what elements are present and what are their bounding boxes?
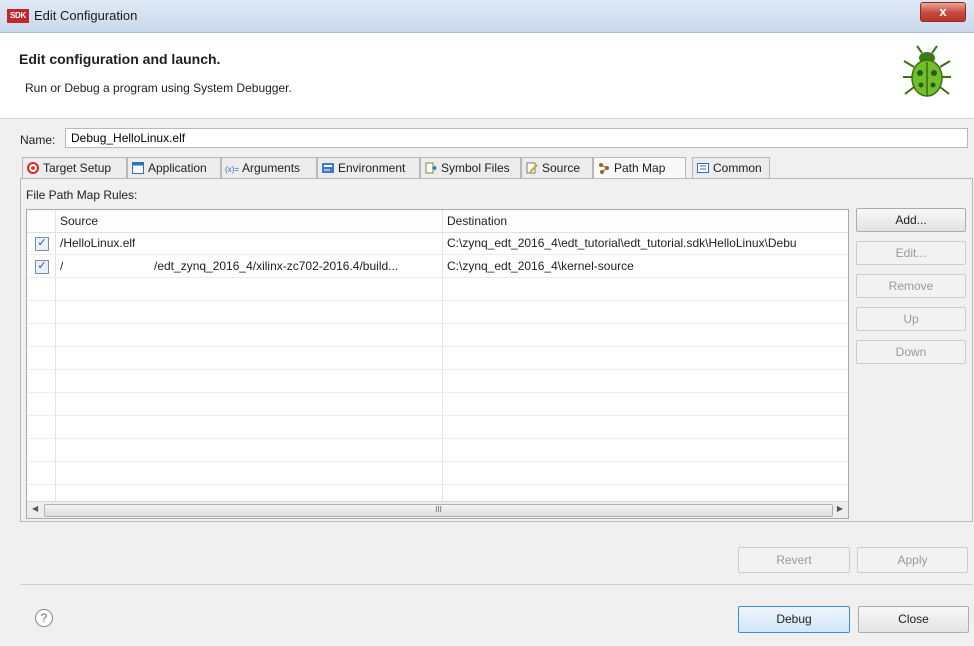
help-icon[interactable]: ? [35, 609, 53, 627]
dialog-header: Edit configuration and launch. Run or De… [0, 33, 974, 119]
tab-label: Path Map [614, 161, 666, 175]
debug-button[interactable]: Debug [738, 606, 850, 633]
window-icon [132, 162, 144, 174]
scroll-thumb[interactable]: III [44, 504, 833, 517]
add-button[interactable]: Add... [856, 208, 966, 232]
sdk-logo-icon: SDK [7, 9, 29, 23]
scroll-right-icon[interactable]: ▶ [837, 504, 843, 513]
window-title-bar: SDK Edit Configuration x [0, 0, 974, 33]
row-divider [27, 300, 848, 301]
footer-divider [20, 584, 973, 585]
tab-common[interactable]: Common [692, 157, 770, 178]
tab-label: Arguments [242, 161, 301, 175]
row-divider [27, 484, 848, 485]
source-cell: /HelloLinux.elf [60, 236, 136, 250]
tab-label: Environment [338, 161, 406, 175]
row-checkbox[interactable]: ✓ [35, 237, 49, 251]
tab-target-setup[interactable]: Target Setup [22, 157, 127, 178]
destination-cell: C:\zynq_edt_2016_4\kernel-source [447, 259, 634, 273]
source-cell: /edt_zynq_2016_4/xilinx-zc702-2016.4/bui… [154, 259, 399, 273]
bug-icon [903, 45, 951, 97]
symbol-files-icon [425, 162, 437, 174]
tab-arguments[interactable]: (x)= Arguments [221, 157, 317, 178]
path-map-table[interactable]: Source Destination ✓ /HelloLinux.elf C:\… [26, 209, 849, 519]
horizontal-scrollbar[interactable]: ◀ III ▶ [27, 501, 848, 518]
tab-label: Common [713, 161, 762, 175]
row-divider [27, 461, 848, 462]
arguments-icon: (x)= [225, 165, 239, 174]
destination-cell: C:\zynq_edt_2016_4\edt_tutorial\edt_tuto… [447, 236, 797, 250]
environment-icon [322, 163, 334, 173]
tab-source[interactable]: Source [521, 157, 593, 178]
row-divider [27, 415, 848, 416]
common-icon [697, 163, 709, 173]
row-divider [27, 369, 848, 370]
row-divider [27, 392, 848, 393]
tab-environment[interactable]: Environment [317, 157, 420, 178]
tab-label: Target Setup [43, 161, 112, 175]
tab-symbol-files[interactable]: Symbol Files [420, 157, 521, 178]
header-description: Run or Debug a program using System Debu… [25, 81, 292, 95]
edit-button[interactable]: Edit... [856, 241, 966, 265]
column-header-source[interactable]: Source [60, 214, 98, 228]
row-checkbox[interactable]: ✓ [35, 260, 49, 274]
window-close-button[interactable]: x [920, 2, 966, 22]
column-header-destination[interactable]: Destination [447, 214, 507, 228]
scroll-left-icon[interactable]: ◀ [32, 504, 38, 513]
header-title: Edit configuration and launch. [19, 51, 221, 67]
revert-button[interactable]: Revert [738, 547, 850, 573]
tab-application[interactable]: Application [127, 157, 221, 178]
row-divider [27, 323, 848, 324]
file-path-map-rules-label: File Path Map Rules: [26, 188, 138, 202]
tab-label: Symbol Files [441, 161, 510, 175]
row-divider [27, 346, 848, 347]
tab-label: Source [542, 161, 581, 175]
remove-button[interactable]: Remove [856, 274, 966, 298]
tab-label: Application [148, 161, 207, 175]
row-divider [27, 254, 848, 255]
name-input[interactable] [65, 128, 968, 148]
target-icon [27, 162, 39, 174]
row-divider [27, 438, 848, 439]
down-button[interactable]: Down [856, 340, 966, 364]
window-title: Edit Configuration [34, 8, 138, 23]
table-header: Source Destination [27, 210, 848, 233]
row-divider [27, 277, 848, 278]
up-button[interactable]: Up [856, 307, 966, 331]
source-prefix-cell: / [60, 259, 64, 273]
source-icon [526, 162, 538, 174]
apply-button[interactable]: Apply [857, 547, 968, 573]
name-label: Name: [20, 133, 56, 147]
path-map-icon [599, 163, 609, 174]
close-button[interactable]: Close [858, 606, 969, 633]
tab-path-map[interactable]: Path Map [593, 157, 686, 179]
